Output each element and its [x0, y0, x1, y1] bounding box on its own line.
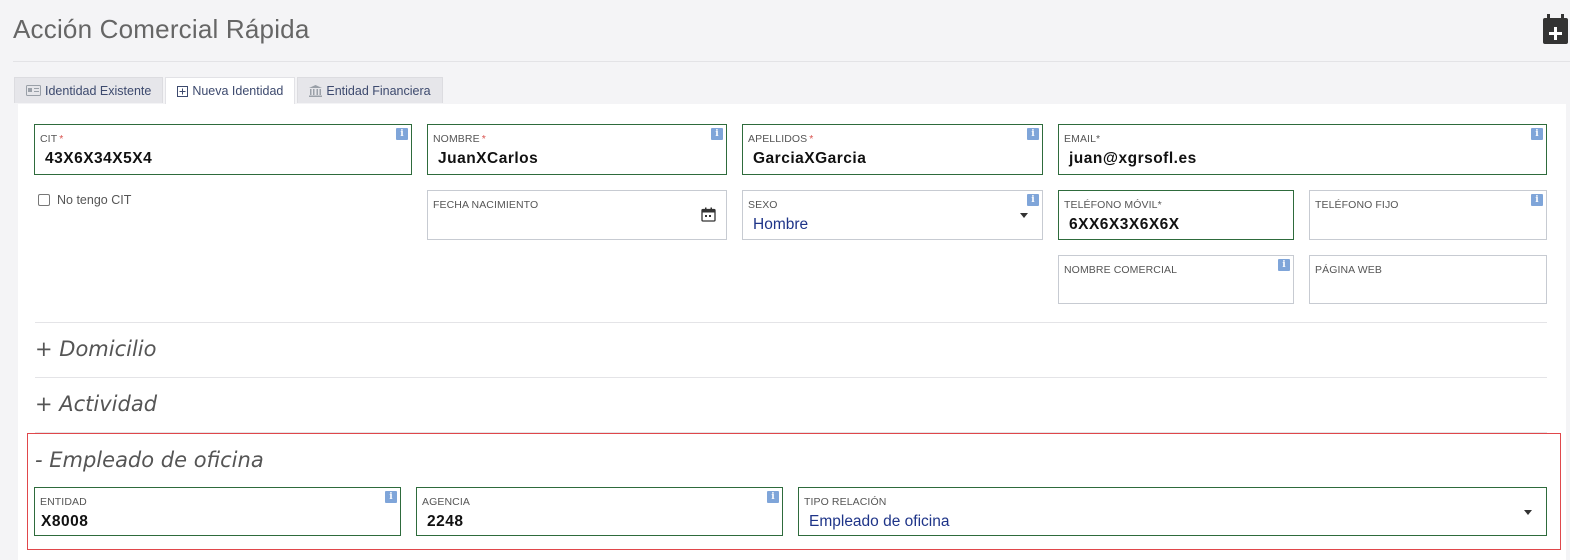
fecha-nacimiento-label: FECHA NACIMIENTO	[433, 199, 539, 211]
sexo-value: Hombre	[753, 216, 809, 233]
no-cit-checkbox-row[interactable]: No tengo CIT	[38, 193, 131, 207]
nombre-comercial-field[interactable]: NOMBRE COMERCIAL i	[1058, 255, 1294, 304]
nombre-comercial-label: NOMBRE COMERCIAL	[1064, 264, 1178, 276]
tipo-relacion-value: Empleado de oficina	[809, 513, 950, 530]
entidad-label: ENTIDAD	[40, 496, 87, 508]
info-icon[interactable]: i	[1027, 128, 1039, 140]
section-domicilio-toggle[interactable]: + Domicilio	[35, 337, 156, 361]
telefono-fijo-label: TELÉFONO FIJO	[1315, 199, 1399, 211]
info-icon[interactable]: i	[396, 128, 408, 140]
tab-label: Identidad Existente	[45, 83, 152, 98]
entidad-value: X8008	[41, 513, 89, 530]
tab-entidad-financiera[interactable]: Entidad Financiera	[297, 77, 443, 103]
pagina-web-label: PÁGINA WEB	[1315, 264, 1382, 276]
telefono-movil-field[interactable]: TELÉFONO MÓVIL* 6XX6X3X6X6X	[1058, 190, 1294, 240]
cit-field[interactable]: CIT * 43X6X34X5X4 i	[34, 124, 412, 175]
telefono-movil-label: TELÉFONO MÓVIL*	[1064, 199, 1162, 211]
section-actividad-toggle[interactable]: + Actividad	[35, 392, 157, 416]
agencia-field[interactable]: AGENCIA 2248 i	[416, 487, 783, 536]
chevron-down-icon[interactable]	[1524, 510, 1532, 515]
tab-identidad-existente[interactable]: Identidad Existente	[14, 77, 164, 103]
tipo-relacion-label: TIPO RELACIÓN	[804, 496, 887, 508]
nueva-identidad-panel: CIT * 43X6X34X5X4 i NOMBRE * JuanXCarlos i…	[18, 104, 1566, 560]
nombre-field[interactable]: NOMBRE * JuanXCarlos i	[427, 124, 727, 175]
info-icon[interactable]: i	[711, 128, 723, 140]
tab-label: Nueva Identidad	[192, 84, 284, 98]
nombre-label: NOMBRE *	[433, 133, 486, 145]
id-card-icon	[26, 85, 41, 96]
chevron-down-icon[interactable]	[1020, 213, 1028, 218]
pagina-web-field[interactable]: PÁGINA WEB	[1309, 255, 1547, 304]
info-icon[interactable]: i	[385, 491, 397, 503]
agencia-label: AGENCIA	[422, 496, 470, 508]
no-cit-checkbox[interactable]	[38, 194, 50, 206]
apellidos-label: APELLIDOS *	[748, 133, 814, 145]
section-empleado-toggle[interactable]: - Empleado de oficina	[35, 448, 264, 472]
info-icon[interactable]: i	[1278, 259, 1290, 271]
tab-label: Entidad Financiera	[326, 83, 431, 98]
info-icon[interactable]: i	[1531, 194, 1543, 206]
fecha-nacimiento-field[interactable]: FECHA NACIMIENTO	[427, 190, 727, 240]
email-label: EMAIL*	[1064, 133, 1101, 145]
apellidos-field[interactable]: APELLIDOS * GarciaXGarcia i	[742, 124, 1043, 175]
sexo-label: SEXO	[748, 199, 778, 211]
plus-square-icon	[177, 85, 189, 97]
entidad-field[interactable]: ENTIDAD X8008 i	[34, 487, 401, 536]
telefono-fijo-field[interactable]: TELÉFONO FIJO i	[1309, 190, 1547, 240]
section-divider	[35, 432, 1547, 433]
nombre-value: JuanXCarlos	[438, 150, 539, 167]
bank-icon	[309, 84, 323, 97]
info-icon[interactable]: i	[1027, 194, 1039, 206]
page-title: Acción Comercial Rápida	[13, 14, 310, 44]
info-icon[interactable]: i	[1531, 128, 1543, 140]
apellidos-value: GarciaXGarcia	[753, 150, 867, 167]
no-cit-label: No tengo CIT	[57, 193, 132, 207]
email-value: juan@xgrsofl.es	[1069, 150, 1197, 167]
email-field[interactable]: EMAIL* juan@xgrsofl.es i	[1058, 124, 1547, 175]
tab-nueva-identidad[interactable]: Nueva Identidad	[165, 77, 296, 104]
section-divider	[35, 377, 1547, 378]
title-divider	[13, 61, 1570, 62]
cit-label: CIT *	[40, 133, 64, 145]
agencia-value: 2248	[427, 513, 464, 530]
calendar-add-icon[interactable]	[1541, 14, 1570, 44]
telefono-movil-value: 6XX6X3X6X6X	[1069, 216, 1180, 233]
section-divider	[35, 322, 1547, 323]
info-icon[interactable]: i	[767, 491, 779, 503]
sexo-select[interactable]: SEXO Hombre i	[742, 190, 1043, 240]
tab-bar: Identidad Existente Nueva Identidad Enti…	[14, 77, 445, 104]
calendar-icon[interactable]	[701, 207, 716, 222]
tipo-relacion-select[interactable]: TIPO RELACIÓN Empleado de oficina	[798, 487, 1547, 536]
cit-value: 43X6X34X5X4	[45, 150, 153, 167]
